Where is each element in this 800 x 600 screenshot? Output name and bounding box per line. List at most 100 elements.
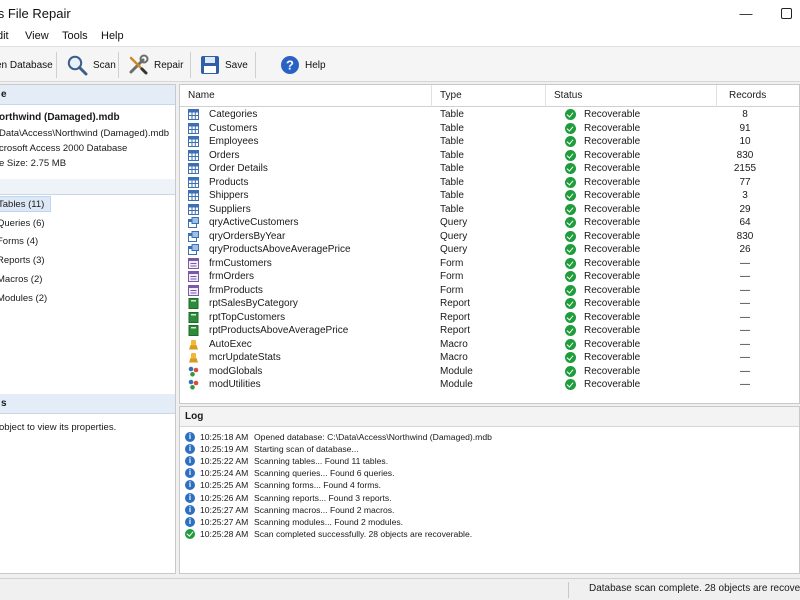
success-icon bbox=[185, 528, 195, 539]
help-icon: ? bbox=[281, 56, 299, 74]
row-status: Recoverable bbox=[584, 109, 641, 120]
check-icon bbox=[565, 284, 576, 296]
menu-edit[interactable]: dit bbox=[0, 30, 9, 42]
floppy-disk-icon bbox=[201, 56, 219, 74]
row-status: Recoverable bbox=[584, 122, 641, 134]
toolbar: en Database Scan Repair Save ? Help bbox=[0, 46, 800, 82]
table-row[interactable]: modUtilities Module Recoverable — bbox=[180, 378, 799, 392]
log-message: Scanning queries... Found 6 queries. bbox=[254, 468, 395, 479]
row-name: rptProductsAboveAveragePrice bbox=[209, 325, 349, 336]
table-row[interactable]: Suppliers Table Recoverable 29 bbox=[180, 203, 799, 217]
menu-view[interactable]: View bbox=[25, 30, 49, 42]
check-icon bbox=[565, 109, 576, 120]
table-row[interactable]: qryActiveCustomers Query Recoverable 64 bbox=[180, 216, 799, 230]
row-type: Table bbox=[440, 190, 464, 201]
row-name: Suppliers bbox=[209, 203, 251, 215]
tree-item-modules[interactable]: Modules (2) bbox=[0, 291, 53, 307]
table-row[interactable]: Order Details Table Recoverable 2155 bbox=[180, 162, 799, 176]
check-icon bbox=[565, 338, 576, 350]
table-row[interactable]: Categories Table Recoverable 8 bbox=[180, 108, 799, 122]
row-name: Employees bbox=[209, 136, 259, 147]
info-icon: i bbox=[185, 480, 195, 491]
table-row[interactable]: qryProductsAboveAveragePrice Query Recover… bbox=[180, 243, 799, 257]
row-name: frmProducts bbox=[209, 284, 263, 296]
row-status: Recoverable bbox=[584, 284, 641, 296]
log-entry: i 10:25:27 AM Scanning modules... Found 2 … bbox=[180, 516, 799, 528]
help-button[interactable]: ? Help bbox=[280, 51, 326, 79]
tree-item-forms[interactable]: Forms (4) bbox=[0, 234, 44, 250]
table-row[interactable]: AutoExec Macro Recoverable — bbox=[180, 338, 799, 352]
table-row[interactable]: frmProducts Form Recoverable — bbox=[180, 284, 799, 298]
row-records: 830 bbox=[736, 230, 754, 242]
tree-item-macros[interactable]: Macros (2) bbox=[0, 272, 48, 288]
info-icon: i bbox=[185, 468, 195, 479]
column-header-status[interactable]: Status bbox=[546, 85, 717, 107]
row-status: Recoverable bbox=[584, 163, 641, 174]
row-name: Categories bbox=[209, 109, 258, 120]
help-label: Help bbox=[305, 59, 326, 71]
row-type: Table bbox=[440, 203, 464, 215]
table-row[interactable]: frmCustomers Form Recoverable — bbox=[180, 257, 799, 271]
log-message: Scanning macros... Found 2 macros. bbox=[254, 504, 395, 515]
table-row[interactable]: frmOrders Form Recoverable — bbox=[180, 270, 799, 284]
row-type: Module bbox=[440, 365, 473, 377]
tree-item-reports[interactable]: Reports (3) bbox=[0, 253, 51, 269]
column-header-name[interactable]: Name bbox=[180, 85, 432, 107]
minimize-button[interactable]: — bbox=[736, 4, 756, 24]
maximize-icon bbox=[780, 8, 792, 19]
table-row[interactable]: Customers Table Recoverable 91 bbox=[180, 122, 799, 136]
row-records: — bbox=[740, 338, 750, 350]
table-row[interactable]: rptTopCustomers Report Recoverable — bbox=[180, 311, 799, 325]
table-row[interactable]: modGlobals Module Recoverable — bbox=[180, 365, 799, 379]
log-time: 10:25:26 AM bbox=[200, 492, 249, 503]
repair-label: Repair bbox=[154, 59, 184, 71]
save-button[interactable]: Save bbox=[200, 51, 248, 79]
form-icon bbox=[188, 284, 199, 296]
tree-item-tables[interactable]: Tables (11) bbox=[0, 196, 52, 212]
maximize-button[interactable] bbox=[776, 4, 796, 24]
table-row[interactable]: rptSalesByCategory Report Recoverable — bbox=[180, 297, 799, 311]
row-records: 10 bbox=[739, 136, 751, 147]
form-icon bbox=[188, 257, 199, 269]
wrench-screwdriver-icon bbox=[129, 54, 149, 75]
table-row[interactable]: rptProductsAboveAveragePrice Report Recove… bbox=[180, 324, 799, 338]
row-records: — bbox=[740, 311, 750, 323]
row-status: Recoverable bbox=[584, 230, 641, 242]
table-row[interactable]: mcrUpdateStats Macro Recoverable — bbox=[180, 351, 799, 365]
row-status: Recoverable bbox=[584, 217, 641, 228]
row-records: 64 bbox=[739, 217, 751, 228]
row-name: Order Details bbox=[209, 163, 268, 174]
log-entry: i 10:25:22 AM Scanning tables... Found 11 … bbox=[180, 455, 799, 467]
objects-grid: Name Type Status Records Categories Table… bbox=[179, 84, 800, 404]
repair-button[interactable]: Repair bbox=[127, 51, 183, 79]
status-message: Database scan complete. 28 objects are r… bbox=[589, 583, 800, 594]
database-format: crosoft Access 2000 Database bbox=[0, 143, 128, 154]
row-name: Customers bbox=[209, 122, 258, 134]
table-row[interactable]: Employees Table Recoverable 10 bbox=[180, 135, 799, 149]
table-icon bbox=[188, 136, 199, 147]
info-icon: i bbox=[185, 444, 195, 455]
row-status: Recoverable bbox=[584, 271, 641, 282]
row-status: Recoverable bbox=[584, 149, 641, 161]
row-type: Macro bbox=[440, 352, 468, 363]
table-icon bbox=[188, 163, 199, 174]
log-message: Scan completed successfully. 28 objects … bbox=[254, 528, 473, 539]
scan-button[interactable]: Scan bbox=[66, 51, 116, 79]
menu-bar: dit View Tools Help bbox=[0, 28, 800, 46]
table-row[interactable]: Shippers Table Recoverable 3 bbox=[180, 189, 799, 203]
table-row[interactable]: Products Table Recoverable 77 bbox=[180, 176, 799, 190]
column-header-records[interactable]: Records bbox=[717, 85, 799, 107]
menu-tools[interactable]: Tools bbox=[62, 30, 88, 42]
check-icon bbox=[565, 298, 576, 309]
open-database-button[interactable]: en Database bbox=[0, 51, 53, 79]
table-row[interactable]: qryOrdersByYear Query Recoverable 830 bbox=[180, 230, 799, 244]
column-header-type[interactable]: Type bbox=[432, 85, 546, 107]
magnifier-icon bbox=[67, 55, 88, 76]
log-header: Log bbox=[180, 407, 799, 427]
tree-item-queries[interactable]: Queries (6) bbox=[0, 216, 51, 232]
row-name: rptTopCustomers bbox=[209, 311, 286, 323]
menu-help[interactable]: Help bbox=[101, 30, 124, 42]
table-row[interactable]: Orders Table Recoverable 830 bbox=[180, 149, 799, 163]
row-name: rptSalesByCategory bbox=[209, 298, 298, 309]
toolbar-divider bbox=[56, 52, 57, 78]
